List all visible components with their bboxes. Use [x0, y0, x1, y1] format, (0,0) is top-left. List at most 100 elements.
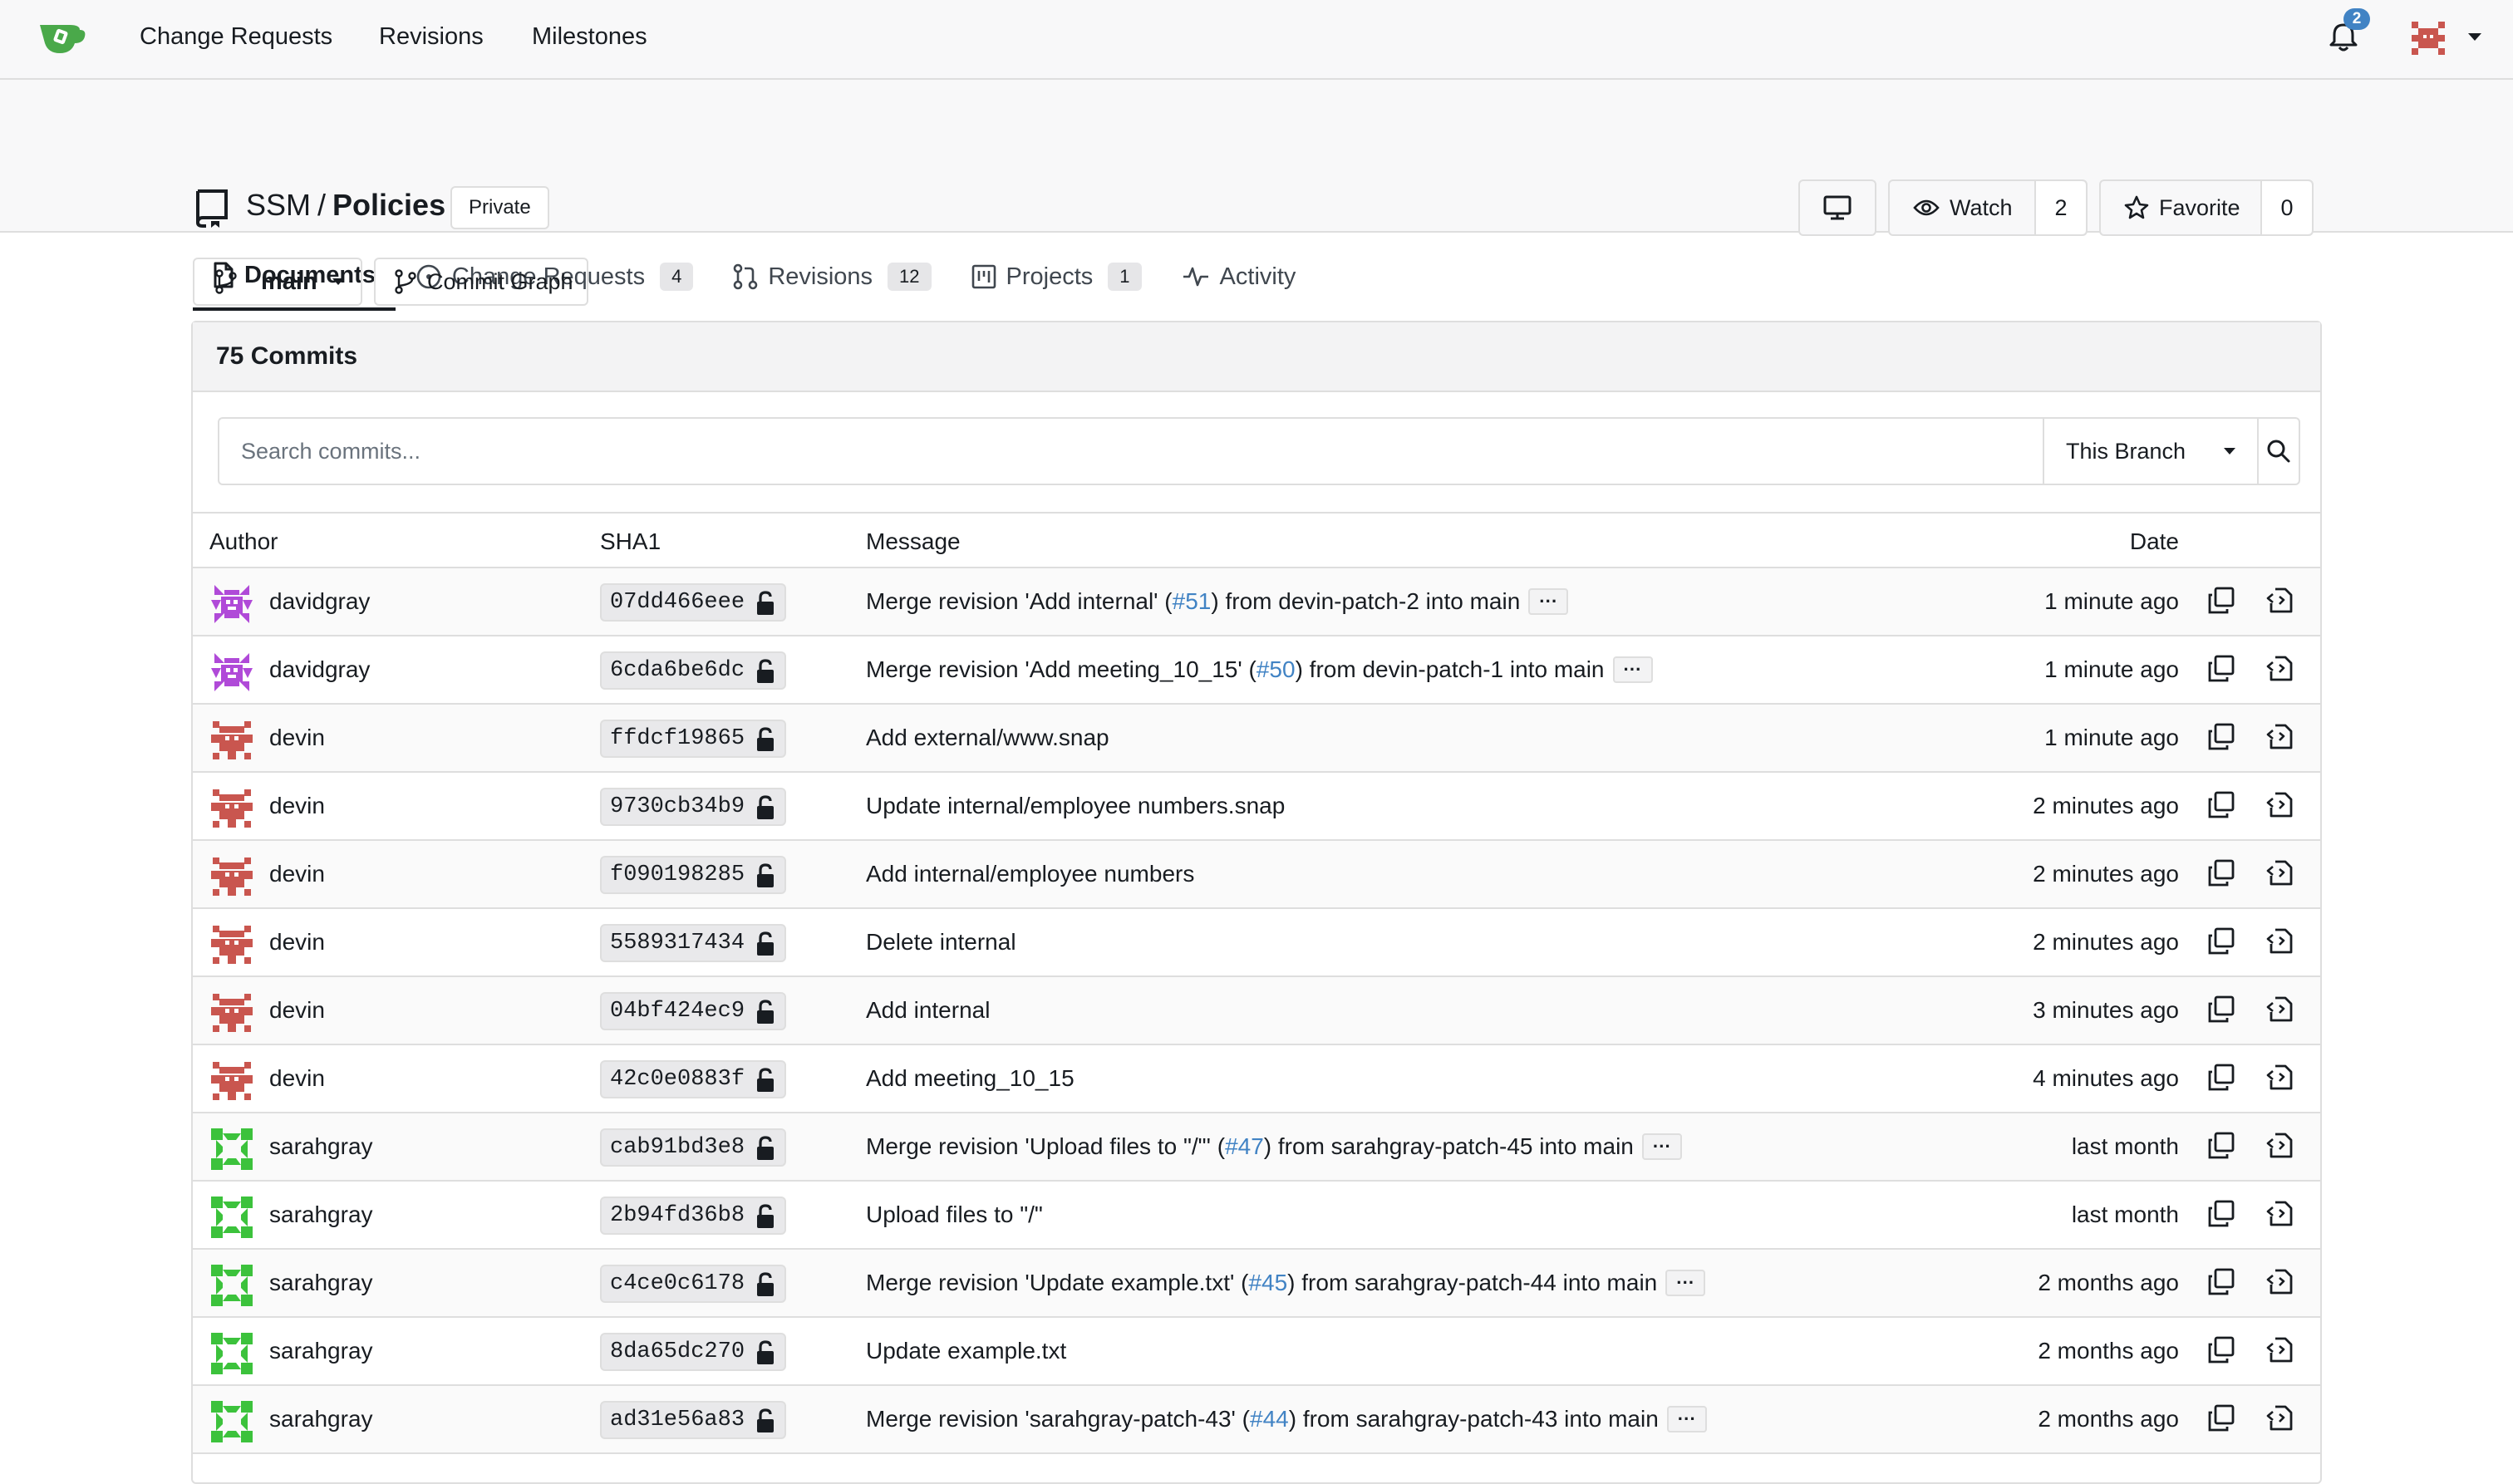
author-name[interactable]: sarahgray [269, 1406, 373, 1432]
author-name[interactable]: devin [269, 793, 325, 819]
favorite-toggle[interactable]: Favorite [2101, 181, 2260, 234]
commit-message-suffix[interactable]: ) from devin-patch-1 into main [1296, 656, 1605, 683]
gitea-logo-icon[interactable] [37, 18, 88, 57]
author-avatar[interactable] [209, 1127, 254, 1172]
commit-sha-button[interactable]: ad31e56a83 [600, 1401, 786, 1439]
search-scope-dropdown[interactable]: This Branch [2043, 417, 2259, 485]
commit-sha-button[interactable]: c4ce0c6178 [600, 1265, 786, 1303]
commit-sha-button[interactable]: 2b94fd36b8 [600, 1197, 786, 1235]
browse-files-icon[interactable] [2265, 587, 2295, 621]
author-name[interactable]: devin [269, 997, 325, 1024]
commit-message-suffix[interactable]: ) from sarahgray-patch-45 into main [1264, 1133, 1634, 1160]
commit-message-suffix[interactable]: ) from sarahgray-patch-44 into main [1287, 1270, 1657, 1296]
commit-sha-button[interactable]: cab91bd3e8 [600, 1128, 786, 1167]
author-name[interactable]: davidgray [269, 588, 370, 615]
browse-files-icon[interactable] [2265, 859, 2295, 893]
author-name[interactable]: sarahgray [269, 1338, 373, 1364]
author-avatar[interactable] [209, 1263, 254, 1308]
commit-search-input[interactable] [218, 417, 2043, 485]
browse-files-icon[interactable] [2265, 1404, 2295, 1438]
copy-sha-icon[interactable] [2207, 1404, 2235, 1438]
browse-files-icon[interactable] [2265, 791, 2295, 825]
author-avatar[interactable] [209, 990, 254, 1035]
watch-toggle[interactable]: Watch [1890, 181, 2034, 234]
browse-files-icon[interactable] [2265, 1064, 2295, 1098]
rss-feed-button[interactable] [1798, 179, 1876, 236]
expand-message-button[interactable]: ··· [1528, 588, 1569, 615]
browse-files-icon[interactable] [2265, 1132, 2295, 1166]
commit-sha-button[interactable]: f090198285 [600, 856, 786, 894]
copy-sha-icon[interactable] [2207, 927, 2235, 961]
commit-sha-button[interactable]: 8da65dc270 [600, 1333, 786, 1371]
user-avatar[interactable] [2408, 18, 2448, 58]
browse-files-icon[interactable] [2265, 1268, 2295, 1302]
expand-message-button[interactable]: ··· [1666, 1406, 1707, 1432]
expand-message-button[interactable]: ··· [1641, 1133, 1682, 1160]
author-name[interactable]: sarahgray [269, 1270, 373, 1296]
commit-message-text[interactable]: Add meeting_10_15 [866, 1065, 1075, 1092]
commit-sha-button[interactable]: 04bf424ec9 [600, 992, 786, 1030]
expand-message-button[interactable]: ··· [1612, 656, 1653, 683]
nav-revisions[interactable]: Revisions [379, 23, 484, 51]
revision-link[interactable]: #45 [1248, 1270, 1287, 1296]
branch-selector[interactable]: main [193, 258, 362, 306]
commit-sha-button[interactable]: 9730cb34b9 [600, 788, 786, 826]
tab-projects[interactable]: Projects 1 [952, 243, 1162, 311]
commit-message-text[interactable]: Add external/www.snap [866, 725, 1109, 751]
copy-sha-icon[interactable] [2207, 1268, 2235, 1302]
author-avatar[interactable] [209, 1195, 254, 1240]
commit-sha-button[interactable]: 6cda6be6dc [600, 651, 786, 690]
browse-files-icon[interactable] [2265, 995, 2295, 1029]
author-name[interactable]: devin [269, 861, 325, 887]
commit-message-text[interactable]: Add internal [866, 997, 990, 1024]
copy-sha-icon[interactable] [2207, 1064, 2235, 1098]
revision-link[interactable]: #44 [1250, 1406, 1289, 1432]
tab-activity[interactable]: Activity [1162, 243, 1316, 311]
copy-sha-icon[interactable] [2207, 995, 2235, 1029]
copy-sha-icon[interactable] [2207, 723, 2235, 757]
copy-sha-icon[interactable] [2207, 1200, 2235, 1234]
author-avatar[interactable] [209, 650, 254, 695]
author-avatar[interactable] [209, 922, 254, 967]
search-button[interactable] [2259, 417, 2300, 485]
commit-message-text[interactable]: Update internal/employee numbers.snap [866, 793, 1285, 819]
author-avatar[interactable] [209, 1331, 254, 1376]
favorite-button[interactable]: Favorite 0 [2099, 179, 2314, 236]
commit-graph-button[interactable]: Commit Graph [374, 258, 588, 306]
tab-revisions[interactable]: Revisions 12 [713, 243, 951, 311]
nav-change-requests[interactable]: Change Requests [140, 23, 332, 51]
expand-message-button[interactable]: ··· [1665, 1270, 1706, 1296]
commit-message-text[interactable]: Add internal/employee numbers [866, 861, 1194, 887]
revision-link[interactable]: #51 [1173, 588, 1212, 615]
author-avatar[interactable] [209, 1399, 254, 1444]
commit-message-text[interactable]: Merge revision 'Upload files to "/"' ( [866, 1133, 1225, 1160]
commit-sha-button[interactable]: 07dd466eee [600, 583, 786, 622]
copy-sha-icon[interactable] [2207, 791, 2235, 825]
browse-files-icon[interactable] [2265, 655, 2295, 689]
author-name[interactable]: sarahgray [269, 1133, 373, 1160]
commit-message-suffix[interactable]: ) from sarahgray-patch-43 into main [1289, 1406, 1659, 1432]
nav-milestones[interactable]: Milestones [532, 23, 647, 51]
watch-button[interactable]: Watch 2 [1888, 179, 2088, 236]
author-name[interactable]: devin [269, 725, 325, 751]
favorite-count[interactable]: 0 [2260, 181, 2312, 234]
commit-message-text[interactable]: Merge revision 'Add internal' ( [866, 588, 1173, 615]
revision-link[interactable]: #50 [1256, 656, 1296, 683]
commit-message-suffix[interactable]: ) from devin-patch-2 into main [1211, 588, 1520, 615]
author-avatar[interactable] [209, 854, 254, 899]
repo-owner-link[interactable]: SSM [246, 188, 311, 222]
commit-message-text[interactable]: Merge revision 'sarahgray-patch-43' ( [866, 1406, 1250, 1432]
copy-sha-icon[interactable] [2207, 1132, 2235, 1166]
author-name[interactable]: davidgray [269, 656, 370, 683]
repo-name-link[interactable]: Policies [332, 188, 445, 222]
author-name[interactable]: devin [269, 929, 325, 956]
browse-files-icon[interactable] [2265, 1200, 2295, 1234]
user-menu-caret-icon[interactable] [2468, 33, 2481, 41]
revision-link[interactable]: #47 [1225, 1133, 1264, 1160]
author-avatar[interactable] [209, 1059, 254, 1103]
commit-sha-button[interactable]: 5589317434 [600, 924, 786, 962]
author-avatar[interactable] [209, 582, 254, 627]
commit-sha-button[interactable]: ffdcf19865 [600, 720, 786, 758]
commit-message-text[interactable]: Upload files to "/" [866, 1201, 1043, 1228]
copy-sha-icon[interactable] [2207, 655, 2235, 689]
